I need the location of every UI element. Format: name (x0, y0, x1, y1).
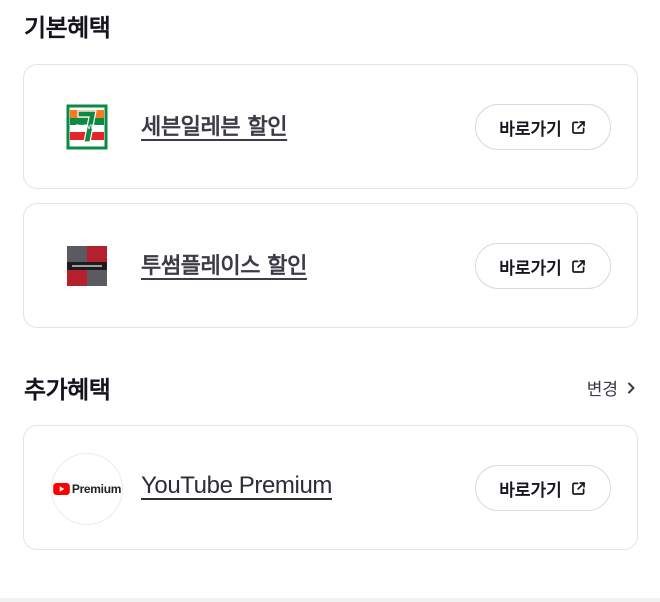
youtube-premium-link[interactable]: YouTube Premium (141, 472, 332, 500)
seven-eleven-discount-link[interactable]: 세븐일레븐 할인 (141, 109, 288, 141)
basic-benefits-title: 기본혜택 (24, 14, 111, 42)
external-link-icon (571, 120, 585, 134)
external-link-icon (571, 481, 585, 495)
chevron-right-icon (628, 382, 635, 393)
youtube-premium-go-button[interactable]: 바로가기 (475, 465, 611, 511)
youtube-premium-wordmark: Premium (71, 482, 122, 496)
benefit-card-youtube-premium: Premium YouTube Premium 바로가기 (23, 425, 638, 550)
external-link-icon (571, 259, 585, 273)
go-button-label: 바로가기 (499, 480, 562, 501)
benefits-page: 기본혜택 ELEVEn 세븐일레븐 할인 바로가기 투썸플레이스 할인 바로가기… (0, 0, 660, 602)
extra-benefits-title: 추가혜택 (24, 376, 111, 404)
benefit-card-seven-eleven: ELEVEn 세븐일레븐 할인 바로가기 (23, 64, 638, 189)
go-button-label: 바로가기 (499, 119, 562, 140)
youtube-premium-logo: Premium (51, 453, 123, 525)
svg-text:ELEVEn: ELEVEn (75, 125, 99, 131)
twosome-place-discount-link[interactable]: 투썸플레이스 할인 (141, 248, 307, 280)
go-button-label: 바로가기 (499, 258, 562, 279)
benefit-card-twosome-place: 투썸플레이스 할인 바로가기 (23, 203, 638, 328)
section-divider (0, 598, 660, 602)
seven-eleven-go-button[interactable]: 바로가기 (475, 104, 611, 150)
change-label: 변경 (586, 380, 618, 400)
youtube-play-icon (53, 483, 70, 495)
seven-eleven-logo: ELEVEn (62, 102, 112, 152)
twosome-place-go-button[interactable]: 바로가기 (475, 243, 611, 289)
twosome-place-logo (62, 241, 112, 291)
change-benefit-button[interactable]: 변경 (587, 375, 638, 400)
